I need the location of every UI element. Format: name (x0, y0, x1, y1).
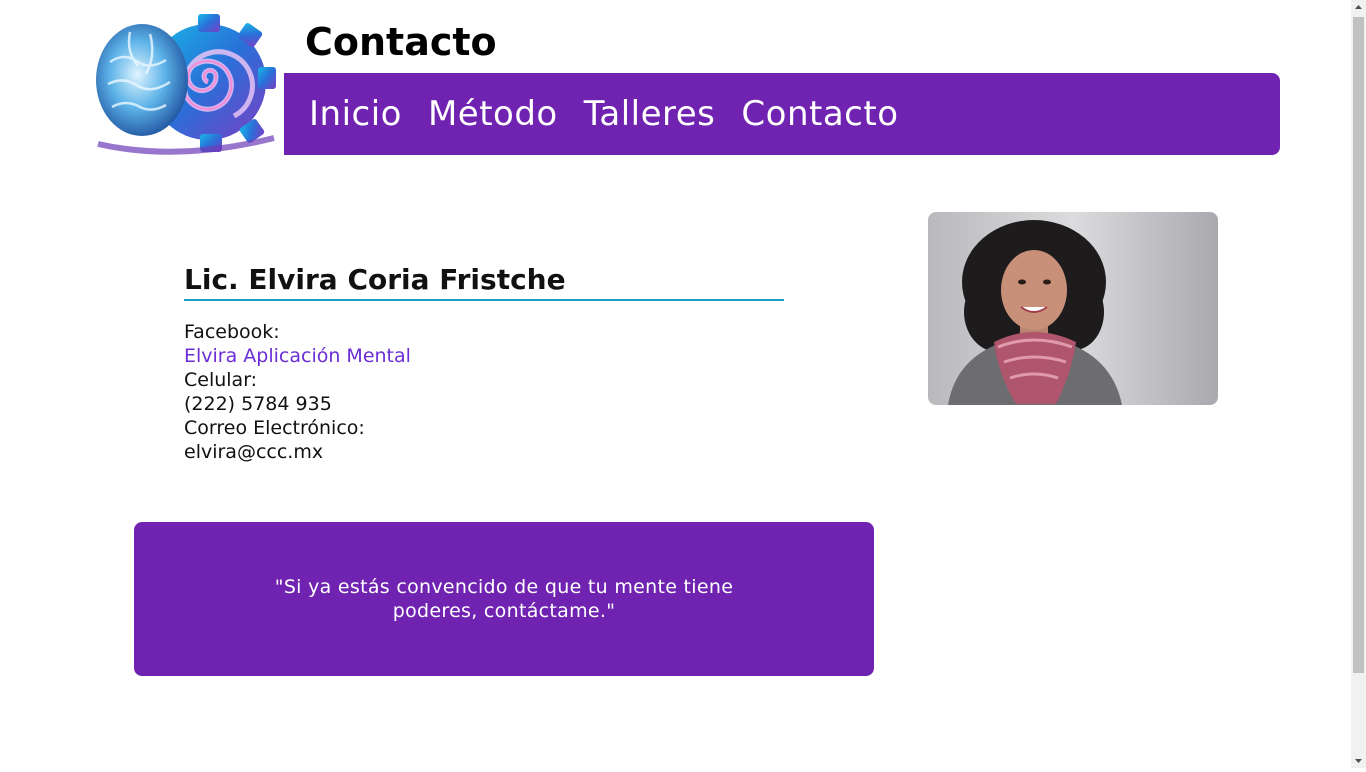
page-title: Contacto (305, 20, 497, 64)
nav-link-inicio[interactable]: Inicio (309, 73, 402, 155)
quote-box: "Si ya estás convencido de que tu mente … (134, 522, 874, 676)
nav-link-metodo[interactable]: Método (428, 73, 558, 155)
nav-link-talleres[interactable]: Talleres (584, 73, 716, 155)
quote-text: "Si ya estás convencido de que tu mente … (274, 576, 734, 622)
phone-value: (222) 5784 935 (184, 393, 332, 415)
brain-spiral-gear-logo-icon (96, 14, 276, 155)
main-navigation: Inicio Método Talleres Contacto (284, 73, 1280, 155)
nav-link-contacto[interactable]: Contacto (741, 73, 898, 155)
vertical-scrollbar[interactable] (1351, 0, 1366, 768)
facebook-link[interactable]: Elvira Aplicación Mental (184, 345, 411, 367)
portrait-photo (928, 212, 1218, 405)
facebook-label: Facebook: (184, 321, 280, 343)
portrait-photo-icon (928, 212, 1218, 405)
scroll-up-arrow-icon[interactable] (1351, 0, 1366, 15)
email-label: Correo Electrónico: (184, 417, 365, 439)
site-logo[interactable] (90, 12, 280, 160)
contact-name-heading: Lic. Elvira Coria Fristche (184, 262, 784, 301)
contact-info: Facebook: Elvira Aplicación Mental Celul… (184, 320, 411, 464)
scrollbar-thumb[interactable] (1353, 17, 1364, 673)
email-value: elvira@ccc.mx (184, 441, 324, 463)
phone-label: Celular: (184, 369, 258, 391)
scroll-down-arrow-icon[interactable] (1351, 753, 1366, 768)
